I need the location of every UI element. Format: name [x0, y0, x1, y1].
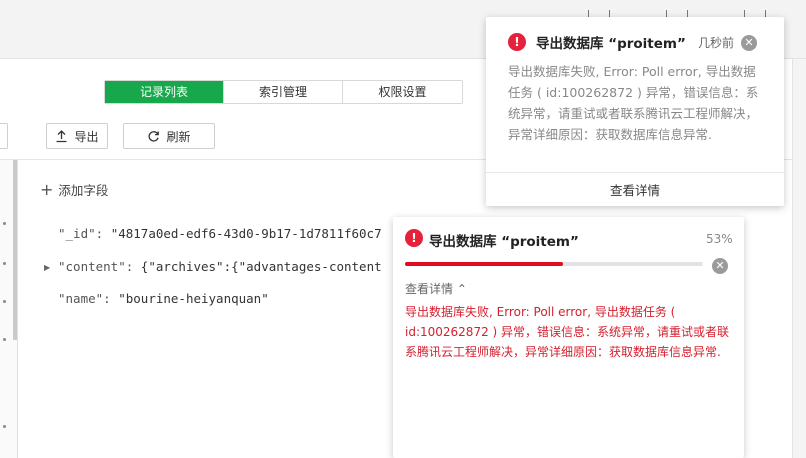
notification-message: 导出数据库失败, Error: Poll error, 导出数据任务 ( id:… [508, 64, 759, 142]
close-circle-icon[interactable]: ✕ [741, 35, 757, 51]
details-toggle-label: 查看详情 [405, 282, 454, 296]
json-field-value: "4817a0ed-edf6-43d0-9b17-1d7811f60c7 [110, 226, 382, 241]
expand-caret-icon[interactable]: ▶ [44, 263, 50, 272]
details-toggle[interactable]: 查看详情 ⌃ [405, 280, 467, 297]
progress-percent: 53% [706, 232, 733, 246]
export-label: 导出 [74, 129, 99, 144]
export-error-notification: ! 导出数据库 “proitem” 几秒前 ✕ 导出数据库失败, Error: … [486, 17, 784, 206]
list-item-marker [3, 300, 6, 303]
toolbar-button-partial[interactable] [0, 123, 8, 149]
notification-title: 导出数据库 “proitem” [429, 234, 579, 250]
tab-permissions[interactable]: 权限设置 [343, 81, 462, 103]
refresh-label: 刷新 [166, 129, 191, 144]
list-item-marker [3, 222, 6, 225]
tab-indexes[interactable]: 索引管理 [224, 81, 343, 103]
json-field-key: "content": [58, 259, 134, 274]
tab-records[interactable]: 记录列表 [105, 81, 224, 103]
export-progress-notification: ! 导出数据库 “proitem” 53% ✕ 查看详情 ⌃ 导出数据库失败, … [393, 217, 744, 458]
json-field-key: "_id": [58, 226, 104, 241]
notification-time: 几秒前 [698, 36, 735, 50]
error-details-text: 导出数据库失败, Error: Poll error, 导出数据任务 ( id:… [405, 305, 730, 359]
json-field-row[interactable]: "content": {"archives":{"advantages-cont… [58, 259, 382, 274]
list-item-marker [3, 425, 6, 428]
json-field-value: "bourine-heiyanquan" [118, 291, 269, 306]
list-item-marker [3, 338, 6, 341]
add-field-label: 添加字段 [58, 183, 109, 198]
progress-fill [405, 262, 563, 266]
notification-divider [486, 172, 784, 173]
json-field-value: {"archives":{"advantages-content [140, 259, 382, 274]
view-details-link[interactable]: 查看详情 [486, 180, 784, 199]
add-field-button[interactable]: + 添加字段 [40, 180, 108, 199]
list-item-marker [3, 262, 6, 265]
close-circle-icon[interactable]: ✕ [712, 258, 728, 274]
notification-title: 导出数据库 “proitem” [536, 36, 686, 52]
json-field-row[interactable]: "name": "bourine-heiyanquan" [58, 291, 269, 306]
json-field-row[interactable]: "_id": "4817a0ed-edf6-43d0-9b17-1d7811f6… [58, 226, 382, 241]
refresh-icon [148, 130, 160, 142]
upload-icon [56, 129, 67, 142]
progress-bar [405, 262, 703, 266]
list-scrollbar[interactable] [13, 160, 17, 340]
export-button[interactable]: 导出 [46, 123, 108, 149]
chevron-up-icon: ⌃ [453, 282, 467, 296]
right-edge-panel [792, 59, 806, 458]
json-field-key: "name": [58, 291, 111, 306]
plus-icon: + [40, 179, 54, 199]
error-circle-icon: ! [508, 33, 526, 51]
error-circle-icon: ! [405, 229, 423, 247]
collection-tabs: 记录列表 索引管理 权限设置 [104, 80, 463, 104]
refresh-button[interactable]: 刷新 [123, 123, 215, 149]
